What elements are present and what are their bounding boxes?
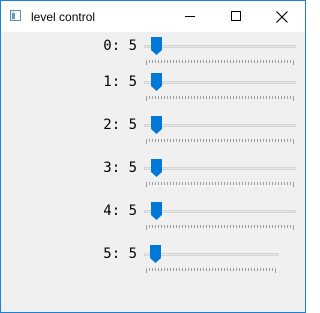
slider-label: 0: 5 [103,38,137,54]
slider-thumb[interactable] [151,202,162,220]
slider-thumb[interactable] [151,37,162,55]
app-window-icon [10,10,21,21]
slider-row-4: 4: 5 [1,201,305,241]
window: level control 0: 5 1: 5 2: 5 3: 5 4: 5 5… [0,0,306,313]
slider-ticks [146,96,294,101]
slider-panel: 0: 5 1: 5 2: 5 3: 5 4: 5 5: 5 [1,32,305,312]
slider-row-2: 2: 5 [1,115,305,155]
window-title: level control [31,10,96,24]
slider-ticks [146,225,294,230]
slider-row-3: 3: 5 [1,158,305,198]
slider-label: 5: 5 [103,246,137,262]
slider-track[interactable] [144,81,296,84]
slider-ticks [146,139,294,144]
close-icon[interactable] [259,1,305,32]
maximize-icon[interactable] [213,1,259,32]
level-slider-0[interactable] [144,36,296,68]
level-slider-4[interactable] [144,201,296,233]
minimize-icon[interactable] [167,1,213,32]
slider-ticks [146,60,294,65]
slider-label: 1: 5 [103,74,137,90]
slider-track[interactable] [144,45,296,48]
level-slider-5[interactable] [144,244,279,276]
title-bar[interactable]: level control [1,1,305,32]
slider-thumb[interactable] [151,159,162,177]
level-slider-1[interactable] [144,72,296,104]
level-slider-3[interactable] [144,158,296,190]
slider-row-5: 5: 5 [1,244,305,284]
slider-thumb[interactable] [150,245,161,263]
slider-track[interactable] [144,124,296,127]
level-slider-2[interactable] [144,115,296,147]
slider-track[interactable] [144,253,279,256]
slider-ticks [146,182,294,187]
slider-label: 4: 5 [103,203,137,219]
slider-track[interactable] [144,167,296,170]
slider-ticks [146,268,276,273]
slider-label: 2: 5 [103,117,137,133]
slider-row-1: 1: 5 [1,72,305,112]
slider-thumb[interactable] [151,116,162,134]
slider-row-0: 0: 5 [1,36,305,76]
slider-thumb[interactable] [151,73,162,91]
slider-label: 3: 5 [103,160,137,176]
slider-track[interactable] [144,210,296,213]
